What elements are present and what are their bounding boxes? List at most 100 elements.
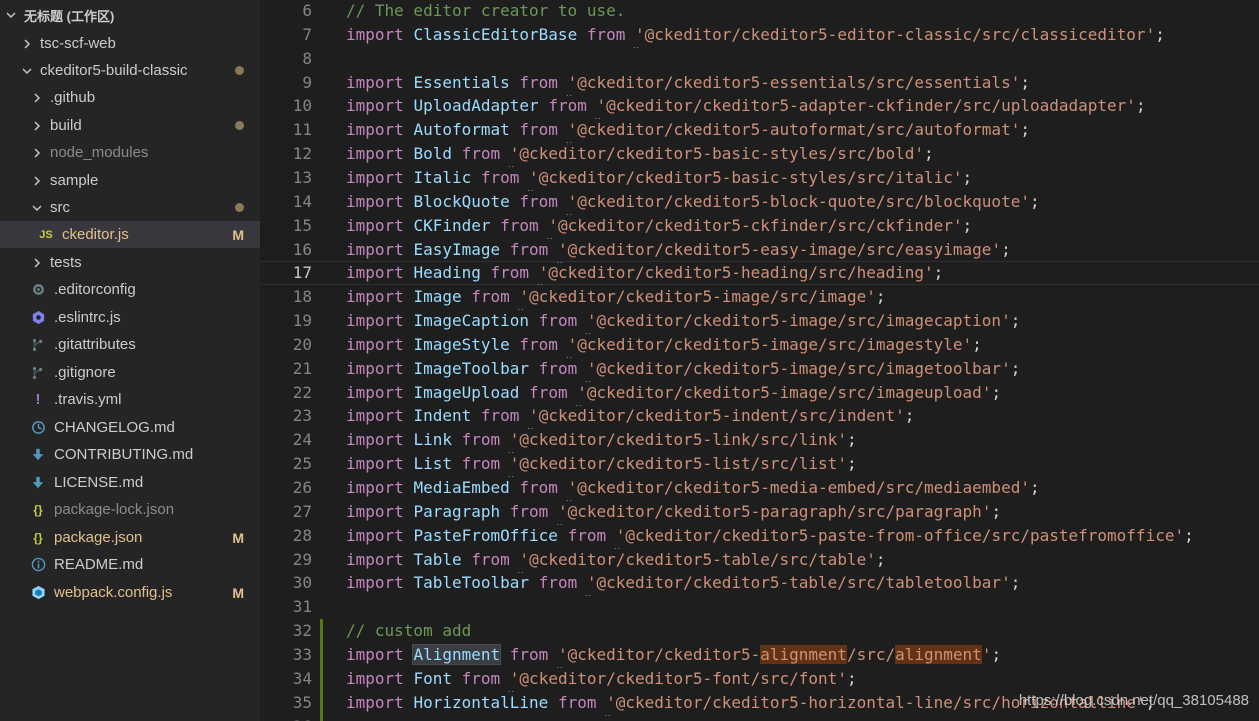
string-quote: ' (510, 430, 520, 449)
code-text: import EasyImage from '@ckeditor/ckedito… (346, 238, 1011, 262)
code-line[interactable]: 8 (260, 47, 1259, 71)
import-path: @ckeditor/ckeditor5-editor-classic/src/c… (644, 24, 1146, 44)
line-number: 17 (292, 263, 312, 283)
string-quote: ' (981, 501, 992, 521)
keyword-from: from (471, 287, 510, 307)
file-item[interactable]: .gitignore (0, 359, 260, 386)
import-path: @ckeditor/ckeditor5-paste-from-office/sr… (625, 525, 1175, 545)
line-number: 9 (302, 72, 312, 92)
workspace-header[interactable]: 无标题 (工作区) (0, 0, 260, 30)
string-quote: ' (558, 502, 568, 521)
download-arrow-icon (30, 475, 46, 491)
folder-item[interactable]: src (0, 194, 260, 221)
tree-item-label: src (50, 199, 70, 216)
code-line[interactable]: 26 import MediaEmbed from '@ckeditor/cked… (260, 476, 1259, 500)
code-line[interactable]: 34 import Font from '@ckeditor/ckeditor5-… (260, 666, 1259, 691)
code-line[interactable]: 10 import UploadAdapter from '@ckeditor/c… (260, 94, 1259, 118)
import-identifier: MediaEmbed (413, 478, 510, 497)
file-item[interactable]: {} package-lock.json (0, 496, 260, 523)
import-identifier: ClassicEditorBase (413, 24, 578, 44)
code-line[interactable]: 6 // The editor creator to use. (260, 0, 1259, 23)
code-line[interactable]: 20 import ImageStyle from '@ckeditor/cked… (260, 333, 1259, 357)
string-quote: ' (558, 645, 568, 664)
file-item[interactable]: .eslintrc.js (0, 304, 260, 331)
code-text: import Paragraph from '@ckeditor/ckedito… (346, 500, 1001, 524)
keyword-from: from (586, 24, 626, 44)
code-line[interactable]: 24 import Link from '@ckeditor/ckeditor5-… (260, 428, 1259, 452)
code-line[interactable]: 33import Alignment from '@ckeditor/ckedi… (260, 642, 1259, 667)
keyword-import: import (346, 478, 404, 497)
code-text: import Font from '@ckeditor/ckeditor5-fo… (346, 667, 857, 691)
import-identifier: ImageCaption (413, 311, 530, 331)
folder-item[interactable]: sample (0, 167, 260, 194)
code-line[interactable]: 14 import BlockQuote from '@ckeditor/cked… (260, 190, 1259, 214)
added-gutter-marker (320, 690, 323, 715)
code-line[interactable]: 19 import ImageCaption from '@ckeditor/ck… (260, 309, 1259, 333)
string-quote: ' (616, 526, 626, 545)
code-line[interactable]: 28 import PasteFromOffice from '@ckeditor… (260, 524, 1259, 548)
keyword-from: from (480, 167, 520, 187)
code-line[interactable]: 21 import ImageToolbar from '@ckeditor/ck… (260, 357, 1259, 381)
import-path: @ckeditor/ckeditor5-image/src/imageuploa… (586, 382, 982, 402)
code-line[interactable]: 12 import Bold from '@ckeditor/ckeditor5-… (260, 142, 1259, 166)
code-line[interactable]: 36 (260, 714, 1259, 721)
folder-item[interactable]: .github (0, 84, 260, 111)
import-identifier: Autoformat (413, 120, 510, 140)
keyword-from: from (500, 215, 539, 235)
line-number: 22 (292, 382, 312, 402)
code-line[interactable]: 16 import EasyImage from '@ckeditor/ckedi… (260, 238, 1259, 262)
file-item[interactable]: README.md (0, 551, 260, 578)
file-item[interactable]: LICENSE.md (0, 469, 260, 496)
import-path-part: alignment (895, 644, 982, 664)
code-line[interactable]: 25 import List from '@ckeditor/ckeditor5-… (260, 452, 1259, 476)
code-line[interactable]: 9 import Essentials from '@ckeditor/ckedi… (260, 71, 1259, 95)
code-line[interactable]: 32 // custom add (260, 619, 1259, 644)
file-item[interactable]: JS ckeditor.js M (0, 221, 260, 248)
keyword-import: import (346, 430, 404, 450)
string-quote: ' (991, 239, 1002, 259)
line-number: 19 (292, 311, 312, 331)
code-line[interactable]: 30 import TableToolbar from '@ckeditor/ck… (260, 571, 1259, 595)
line-number: 26 (292, 478, 312, 497)
code-line[interactable]: 22 import ImageUpload from '@ckeditor/cke… (260, 381, 1259, 405)
download-arrow-icon (30, 447, 46, 463)
code-text: import CKFinder from '@ckeditor/ckeditor… (346, 214, 972, 238)
file-item[interactable]: {} package.json M (0, 524, 260, 551)
folder-item[interactable]: ckeditor5-build-classic (0, 57, 260, 84)
string-quote: ' (529, 406, 539, 425)
keyword-import: import (346, 668, 404, 688)
code-line[interactable]: 11 import Autoformat from '@ckeditor/cked… (260, 118, 1259, 142)
keyword-from: from (538, 311, 578, 331)
code-line[interactable]: 7 import ClassicEditorBase from '@ckedito… (260, 23, 1259, 47)
file-item[interactable]: .gitattributes (0, 331, 260, 358)
tree-item-label: .gitignore (54, 364, 116, 381)
folder-item[interactable]: tsc-scf-web (0, 30, 260, 57)
code-editor[interactable]: 6 // The editor creator to use. 7 import Cl… (260, 0, 1259, 721)
file-item[interactable]: ! .travis.yml (0, 386, 260, 413)
code-line[interactable]: 17 import Heading from '@ckeditor/ckedito… (260, 261, 1259, 286)
json-icon: {} (33, 530, 43, 545)
import-identifier: ImageUpload (413, 382, 520, 402)
file-item[interactable]: CONTRIBUTING.md (0, 441, 260, 468)
folder-item[interactable]: node_modules (0, 139, 260, 166)
file-item[interactable]: webpack.config.js M (0, 579, 260, 606)
string-quote: ' (962, 334, 973, 354)
keyword-import: import (346, 96, 404, 116)
file-item[interactable]: CHANGELOG.md (0, 414, 260, 441)
code-line[interactable]: 31 (260, 595, 1259, 619)
code-line[interactable]: 27 import Paragraph from '@ckeditor/ckedi… (260, 500, 1259, 524)
folder-item[interactable]: build (0, 112, 260, 139)
code-line[interactable]: 15 import CKFinder from '@ckeditor/ckedit… (260, 214, 1259, 238)
folder-item[interactable]: tests (0, 249, 260, 276)
import-identifier: UploadAdapter (413, 96, 539, 116)
line-number: 23 (292, 406, 312, 426)
code-line[interactable]: 18 import Image from '@ckeditor/ckeditor5… (260, 285, 1259, 309)
code-line[interactable]: 13 import Italic from '@ckeditor/ckeditor… (260, 166, 1259, 190)
string-quote: ' (1020, 478, 1030, 497)
import-identifier: Link (413, 430, 452, 450)
import-identifier: Font (413, 668, 452, 688)
file-item[interactable]: .editorconfig (0, 276, 260, 303)
line-number: 14 (292, 191, 312, 211)
code-line[interactable]: 29 import Table from '@ckeditor/ckeditor5… (260, 548, 1259, 572)
code-line[interactable]: 23 import Indent from '@ckeditor/ckeditor… (260, 404, 1259, 428)
